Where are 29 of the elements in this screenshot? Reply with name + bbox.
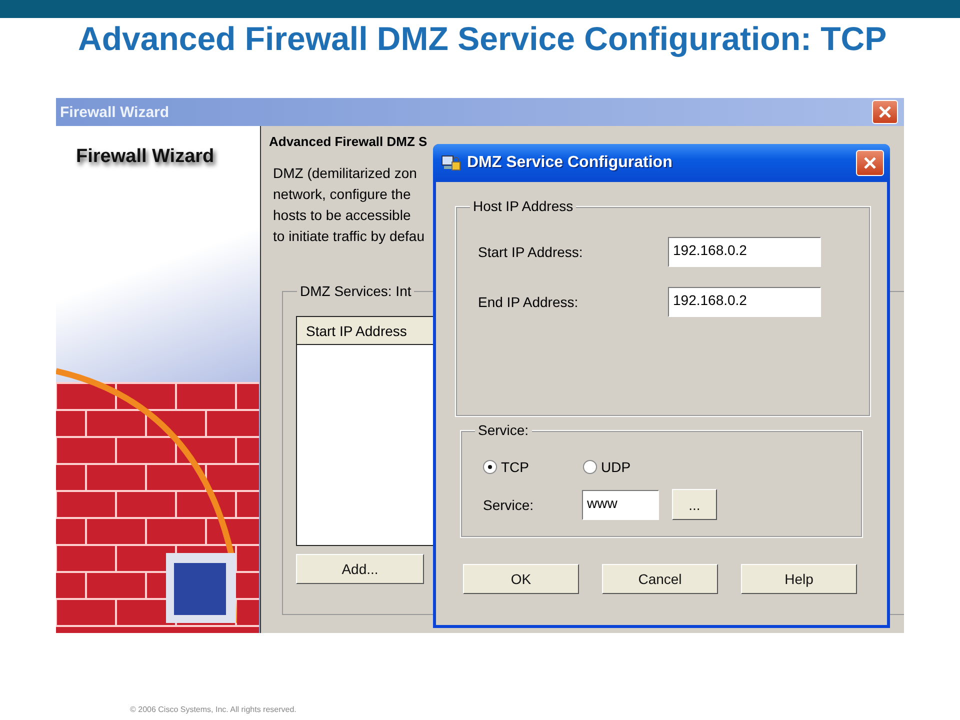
- dialog-button[interactable]: Help: [741, 564, 857, 594]
- close-icon[interactable]: [872, 100, 898, 124]
- group-label: Service:: [475, 422, 532, 438]
- ip-address-field[interactable]: 192.168.0.2: [668, 237, 821, 267]
- radio-option[interactable]: TCP: [483, 459, 583, 475]
- field-label: End IP Address:: [478, 294, 580, 310]
- field-label: Start IP Address:: [478, 244, 584, 260]
- dialog-button[interactable]: OK: [463, 564, 579, 594]
- service-field[interactable]: www: [582, 490, 659, 520]
- radio-option[interactable]: UDP: [583, 459, 683, 475]
- add-button[interactable]: Add...: [296, 554, 424, 584]
- field-label: Service:: [483, 496, 535, 512]
- group-label: Host IP Address: [470, 198, 576, 214]
- dialog-button[interactable]: Cancel: [602, 564, 718, 594]
- window-title: Firewall Wizard: [60, 104, 170, 120]
- computer-lock-icon: [441, 154, 461, 172]
- wizard-title-text: Firewall Wizard: [76, 146, 214, 168]
- description-text: DMZ (demilitarized zon: [273, 164, 417, 183]
- close-icon[interactable]: [856, 150, 884, 176]
- description-text: to initiate traffic by defau: [273, 227, 424, 246]
- copyright-text: © 2006 Cisco Systems, Inc. All rights reserved.: [130, 705, 296, 714]
- slide-title: Advanced Firewall DMZ Service Configuration: TCP: [78, 20, 888, 58]
- browse-button[interactable]: ...: [672, 489, 717, 520]
- description-text: hosts to be accessible: [273, 206, 411, 225]
- ip-address-field[interactable]: 192.168.0.2: [668, 287, 821, 317]
- group-label: DMZ Services: Int: [297, 283, 414, 299]
- page-heading: Advanced Firewall DMZ S: [269, 134, 428, 149]
- dialog-title: DMZ Service Configuration: [467, 154, 674, 172]
- description-text: network, configure the: [273, 185, 411, 204]
